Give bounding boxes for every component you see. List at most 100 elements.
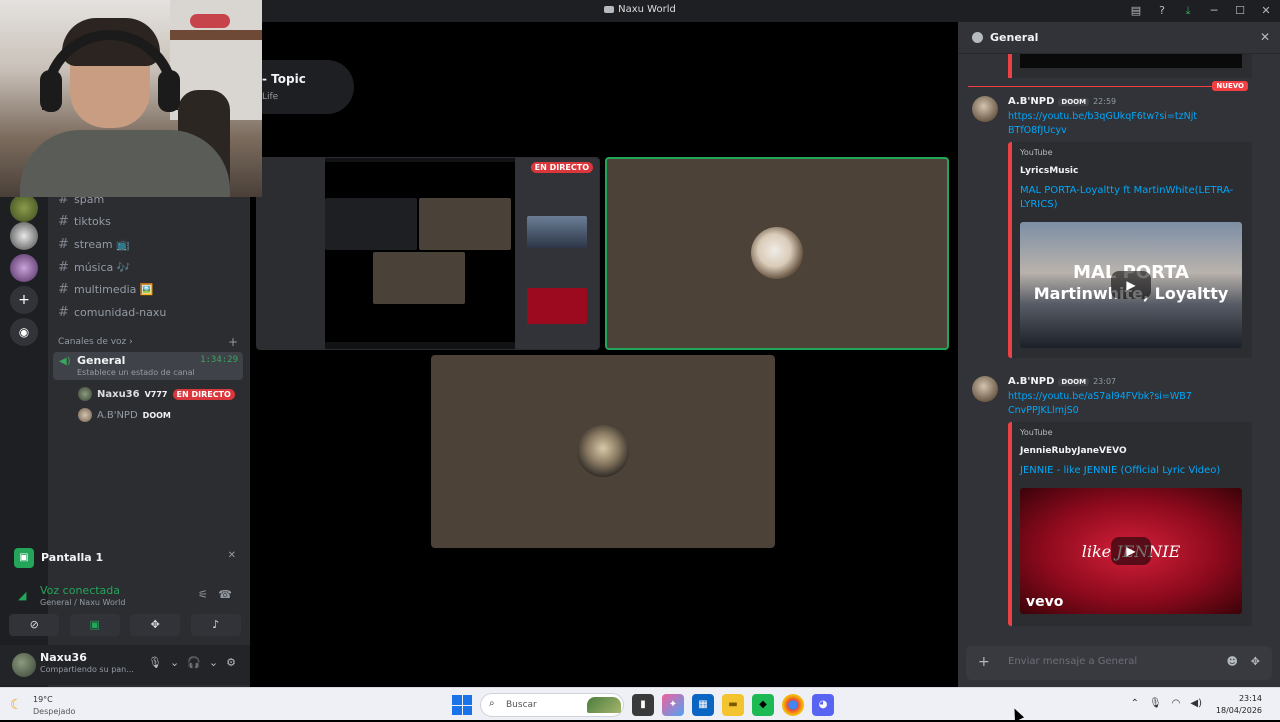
voice-channels-header[interactable]: Canales de voz › [58, 337, 133, 347]
voice-connection-panel: ◢ Voz conectada General / Naxu World ⚟ ☎ [18, 584, 232, 607]
headphones-icon[interactable]: 🎧 [187, 656, 201, 669]
voice-action-buttons: ⊘ ▣ ✥ ♪ [8, 614, 242, 636]
disconnect-icon[interactable]: ☎ [218, 588, 232, 601]
voice-timer: 1:34:29 [200, 355, 238, 365]
file-explorer-icon[interactable]: ▬ [722, 694, 744, 716]
windows-start-icon[interactable] [452, 695, 472, 715]
video-thumbnail[interactable]: like JENNIE ▶ vevo [1020, 488, 1242, 614]
voice-channel-general[interactable]: ◀) General 1:34:29 Establece un estado d… [53, 352, 243, 380]
channel-multimedia[interactable]: # multimedia 🖼️ [58, 280, 154, 298]
channel-comunidad-naxu[interactable]: # comunidad-naxu [58, 303, 166, 321]
message-link[interactable]: https://youtu.be/b3qGUkqF6tw?si=tzNjtBTf… [1008, 110, 1198, 138]
clock[interactable]: 23:14 18/04/2026 [1216, 693, 1262, 717]
camera-off-button[interactable]: ⊘ [9, 614, 60, 636]
live-badge: EN DIRECTO [530, 162, 593, 173]
avatar[interactable] [972, 96, 998, 122]
window-controls: ▤ ? ⤓ ─ ☐ ✕ [1130, 4, 1272, 18]
avatar [78, 408, 92, 422]
microphone-icon[interactable]: 🎙 [1149, 698, 1162, 709]
chat-panel: General ✕ NUEVO A.B'NPD DOOM 22:59 https… [958, 22, 1280, 687]
new-badge: NUEVO [1212, 81, 1248, 91]
hash-icon: # [58, 259, 69, 275]
screen-share-button[interactable]: ▣ [69, 614, 120, 636]
message-header: A.B'NPD DOOM 23:07 [1008, 376, 1117, 387]
channel-status[interactable]: Establece un estado de canal [77, 368, 195, 377]
chevron-down-icon[interactable]: ⌄ [209, 656, 218, 669]
youtube-embed: YouTube JennieRubyJaneVEVO JENNIE - like… [1008, 422, 1252, 626]
noise-suppression-icon[interactable]: ⚟ [198, 588, 208, 601]
taskbar-search[interactable]: ⌕ Buscar [480, 693, 624, 717]
maximize-icon[interactable]: ☐ [1234, 4, 1246, 18]
help-icon[interactable]: ? [1156, 4, 1168, 18]
screen-share-panel: ▣ Pantalla 1 ✕ [8, 540, 242, 580]
live-badge: EN DIRECTO [172, 388, 235, 400]
user-panel: Naxu36 Compartiendo su pan... 🎙 ⌄ 🎧 ⌄ ⚙ [0, 645, 250, 685]
vevo-logo: vevo [1026, 594, 1064, 610]
app-icon[interactable]: ◆ [752, 694, 774, 716]
task-view-icon[interactable]: ▮ [632, 694, 654, 716]
channel-musica[interactable]: # música 🎶 [58, 258, 130, 276]
add-server-icon[interactable]: + [10, 286, 38, 314]
video-thumbnail[interactable]: MAL PORTA Martinwhite, Loyaltty ▶ [1020, 222, 1242, 348]
soundboard-button[interactable]: ♪ [190, 614, 241, 636]
hash-icon: # [58, 304, 69, 320]
chat-bubble-icon [972, 32, 983, 43]
play-icon[interactable]: ▶ [1111, 271, 1151, 299]
avatar [577, 425, 629, 477]
wifi-icon[interactable]: ◠ [1172, 698, 1181, 709]
message-composer[interactable]: + Enviar mensaje a General ☻ ✥ [966, 646, 1272, 680]
screen-share-tile[interactable]: EN DIRECTO [256, 157, 600, 350]
taskbar-apps: ⌕ Buscar ▮ ✦ ▦ ▬ ◆ ◕ [452, 692, 834, 718]
inbox-icon[interactable]: ▤ [1130, 4, 1142, 18]
stop-share-icon[interactable]: ✕ [228, 550, 236, 561]
webcam-preview [0, 0, 262, 197]
windows-taskbar: ☾ 19°C Despejado ⌕ Buscar ▮ ✦ ▦ ▬ ◆ ◕ ⌃ … [0, 687, 1280, 720]
add-attachment-icon[interactable]: + [978, 654, 990, 670]
topic-pill: - Topic Life [250, 60, 354, 114]
search-icon: ⌕ [489, 698, 495, 709]
new-messages-divider [968, 86, 1248, 87]
message-input[interactable]: Enviar mensaje a General [1008, 656, 1137, 667]
close-icon[interactable]: ✕ [1260, 4, 1272, 18]
volume-icon[interactable]: ◀) [1190, 698, 1202, 709]
discord-icon[interactable]: ◕ [812, 694, 834, 716]
screen-share-icon: ▣ [14, 548, 34, 568]
download-icon[interactable]: ⤓ [1182, 4, 1194, 18]
chrome-icon[interactable] [782, 694, 804, 716]
participant-tile[interactable] [431, 355, 775, 548]
play-icon[interactable]: ▶ [1111, 537, 1151, 565]
apps-icon[interactable]: ✥ [1251, 655, 1260, 668]
participant-tile[interactable] [605, 157, 949, 350]
explore-icon[interactable]: ◉ [10, 318, 38, 346]
message-link[interactable]: https://youtu.be/aS7al94FVbk?si=WB7CnvPP… [1008, 390, 1198, 418]
hash-icon: # [58, 213, 69, 229]
signal-icon[interactable]: ◢ [18, 589, 26, 602]
speaker-icon: ◀) [59, 356, 71, 367]
server-icon[interactable] [10, 222, 38, 250]
voice-user[interactable]: A.B'NPD DOOM [78, 406, 171, 424]
close-icon[interactable]: ✕ [1260, 30, 1270, 44]
embed [1008, 54, 1252, 78]
avatar [78, 387, 92, 401]
activities-button[interactable]: ✥ [130, 614, 181, 636]
youtube-embed: YouTube LyricsMusic MAL PORTA-Loyaltty f… [1008, 142, 1252, 358]
avatar [751, 227, 803, 279]
chevron-up-icon[interactable]: ⌃ [1131, 698, 1139, 709]
server-icon[interactable] [10, 194, 38, 222]
channel-stream[interactable]: # stream 📺 [58, 235, 130, 253]
microphone-icon[interactable]: 🎙 [148, 656, 162, 669]
voice-user[interactable]: Naxu36 V777 EN DIRECTO [78, 385, 235, 403]
store-icon[interactable]: ▦ [692, 694, 714, 716]
avatar[interactable] [12, 653, 36, 677]
channel-tiktoks[interactable]: # tiktoks [58, 212, 111, 230]
add-voice-channel-icon[interactable]: + [228, 335, 238, 349]
copilot-icon[interactable]: ✦ [662, 694, 684, 716]
minimize-icon[interactable]: ─ [1208, 4, 1220, 18]
discord-logo-icon [604, 5, 615, 13]
gear-icon[interactable]: ⚙ [226, 656, 236, 669]
avatar[interactable] [972, 376, 998, 402]
hash-icon: # [58, 281, 69, 297]
emoji-icon[interactable]: ☻ [1227, 655, 1238, 668]
server-icon[interactable] [10, 254, 38, 282]
chevron-down-icon[interactable]: ⌄ [170, 656, 179, 669]
